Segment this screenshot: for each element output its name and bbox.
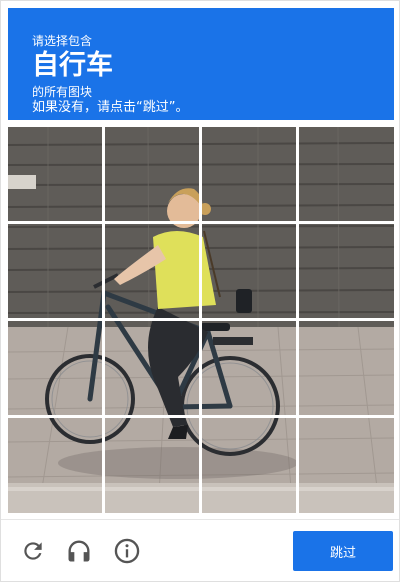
grid-divider xyxy=(8,318,394,321)
info-icon xyxy=(114,538,140,564)
reload-icon xyxy=(24,542,42,560)
grid-tile[interactable] xyxy=(105,321,199,415)
skip-button[interactable]: 跳过 xyxy=(293,531,393,571)
challenge-header: 请选择包含 自行车 的所有图块 如果没有，请点击“跳过”。 xyxy=(8,8,394,120)
grid-tile[interactable] xyxy=(8,418,102,512)
instruction-text: 请选择包含 xyxy=(32,34,93,48)
instruction-text-2: 的所有图块 xyxy=(32,85,93,99)
info-button[interactable] xyxy=(111,535,143,567)
grid-tile[interactable] xyxy=(105,224,199,318)
grid-tile[interactable] xyxy=(202,321,296,415)
grid-tile[interactable] xyxy=(8,321,102,415)
grid-divider xyxy=(8,221,394,224)
grid-tile[interactable] xyxy=(202,418,296,512)
target-object-label: 自行车 xyxy=(32,50,113,81)
grid-tile[interactable] xyxy=(202,224,296,318)
headphones-icon xyxy=(68,540,90,562)
captcha-dialog: 请选择包含 自行车 的所有图块 如果没有，请点击“跳过”。 跳过 xyxy=(0,0,400,582)
grid-tile[interactable] xyxy=(105,127,199,221)
grid-tile[interactable] xyxy=(8,127,102,221)
grid-tile[interactable] xyxy=(299,418,393,512)
skip-hint-text: 如果没有，请点击“跳过”。 xyxy=(32,100,189,115)
grid-tile[interactable] xyxy=(299,224,393,318)
image-grid xyxy=(8,127,394,513)
footer-divider xyxy=(1,519,399,520)
grid-tile[interactable] xyxy=(8,224,102,318)
grid-tile[interactable] xyxy=(202,127,296,221)
grid-tile[interactable] xyxy=(105,418,199,512)
grid-tile[interactable] xyxy=(299,127,393,221)
grid-divider xyxy=(8,415,394,418)
grid-tile[interactable] xyxy=(299,321,393,415)
audio-challenge-button[interactable] xyxy=(63,535,95,567)
reload-button[interactable] xyxy=(17,535,49,567)
